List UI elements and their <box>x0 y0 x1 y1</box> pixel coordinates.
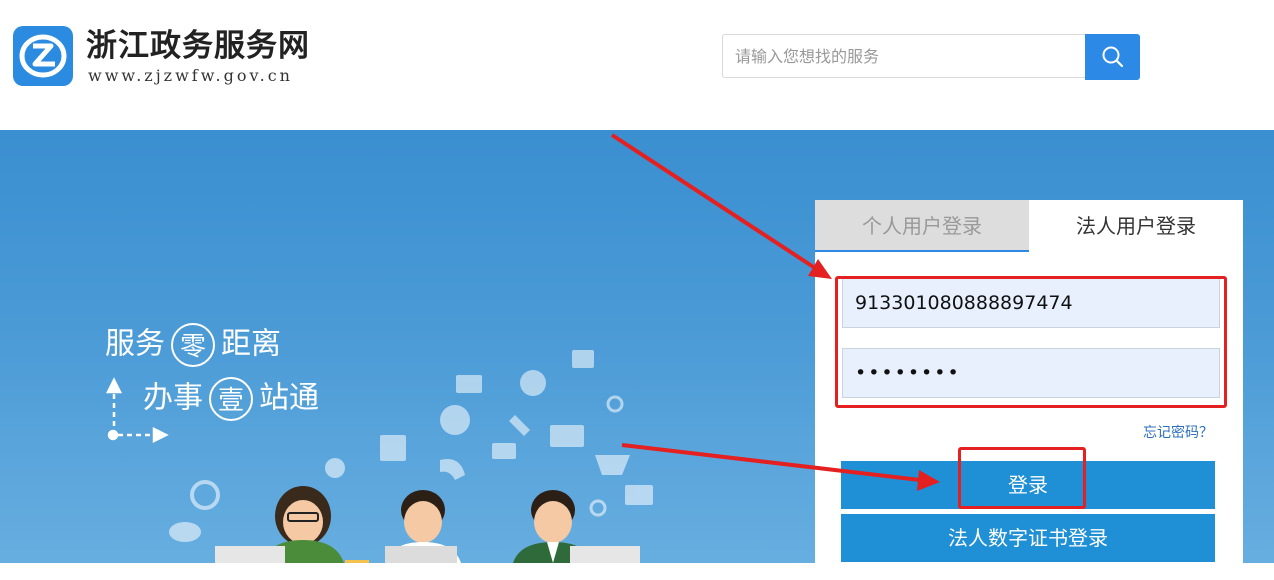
login-button[interactable]: 登录 <box>841 461 1215 509</box>
slogan-onestop: 办事壹站通 <box>143 377 319 421</box>
cert-login-button[interactable]: 法人数字证书登录 <box>841 514 1215 562</box>
password-field[interactable] <box>842 348 1220 398</box>
site-header: 浙江政务服务网 www.zjzwfw.gov.cn <box>0 0 1274 130</box>
slogan2-pre: 办事 <box>143 380 203 416</box>
slogan2-post: 站通 <box>259 380 319 416</box>
username-field[interactable] <box>842 278 1220 328</box>
slogan1-pre: 服务 <box>105 326 165 362</box>
login-panel: 个人用户登录 法人用户登录 忘记密码？ 登录 法人数字证书登录 <box>815 200 1243 580</box>
zhejiang-logo-icon[interactable] <box>13 26 73 86</box>
site-title[interactable]: 浙江政务服务网 <box>86 28 310 64</box>
slogan1-post: 距离 <box>221 326 281 362</box>
slogan-service: 服务零距离 <box>105 323 281 367</box>
slogan1-ring: 零 <box>171 323 215 367</box>
forgot-password-link[interactable]: 忘记密码？ <box>1143 422 1213 442</box>
search-icon <box>1102 46 1123 68</box>
site-url: www.zjzwfw.gov.cn <box>88 66 293 85</box>
slogan2-ring: 壹 <box>209 377 253 421</box>
search-input[interactable] <box>722 34 1086 78</box>
tab-personal-login[interactable]: 个人用户登录 <box>815 200 1029 252</box>
tab-legal-login[interactable]: 法人用户登录 <box>1029 200 1243 252</box>
search-button[interactable] <box>1085 34 1140 80</box>
